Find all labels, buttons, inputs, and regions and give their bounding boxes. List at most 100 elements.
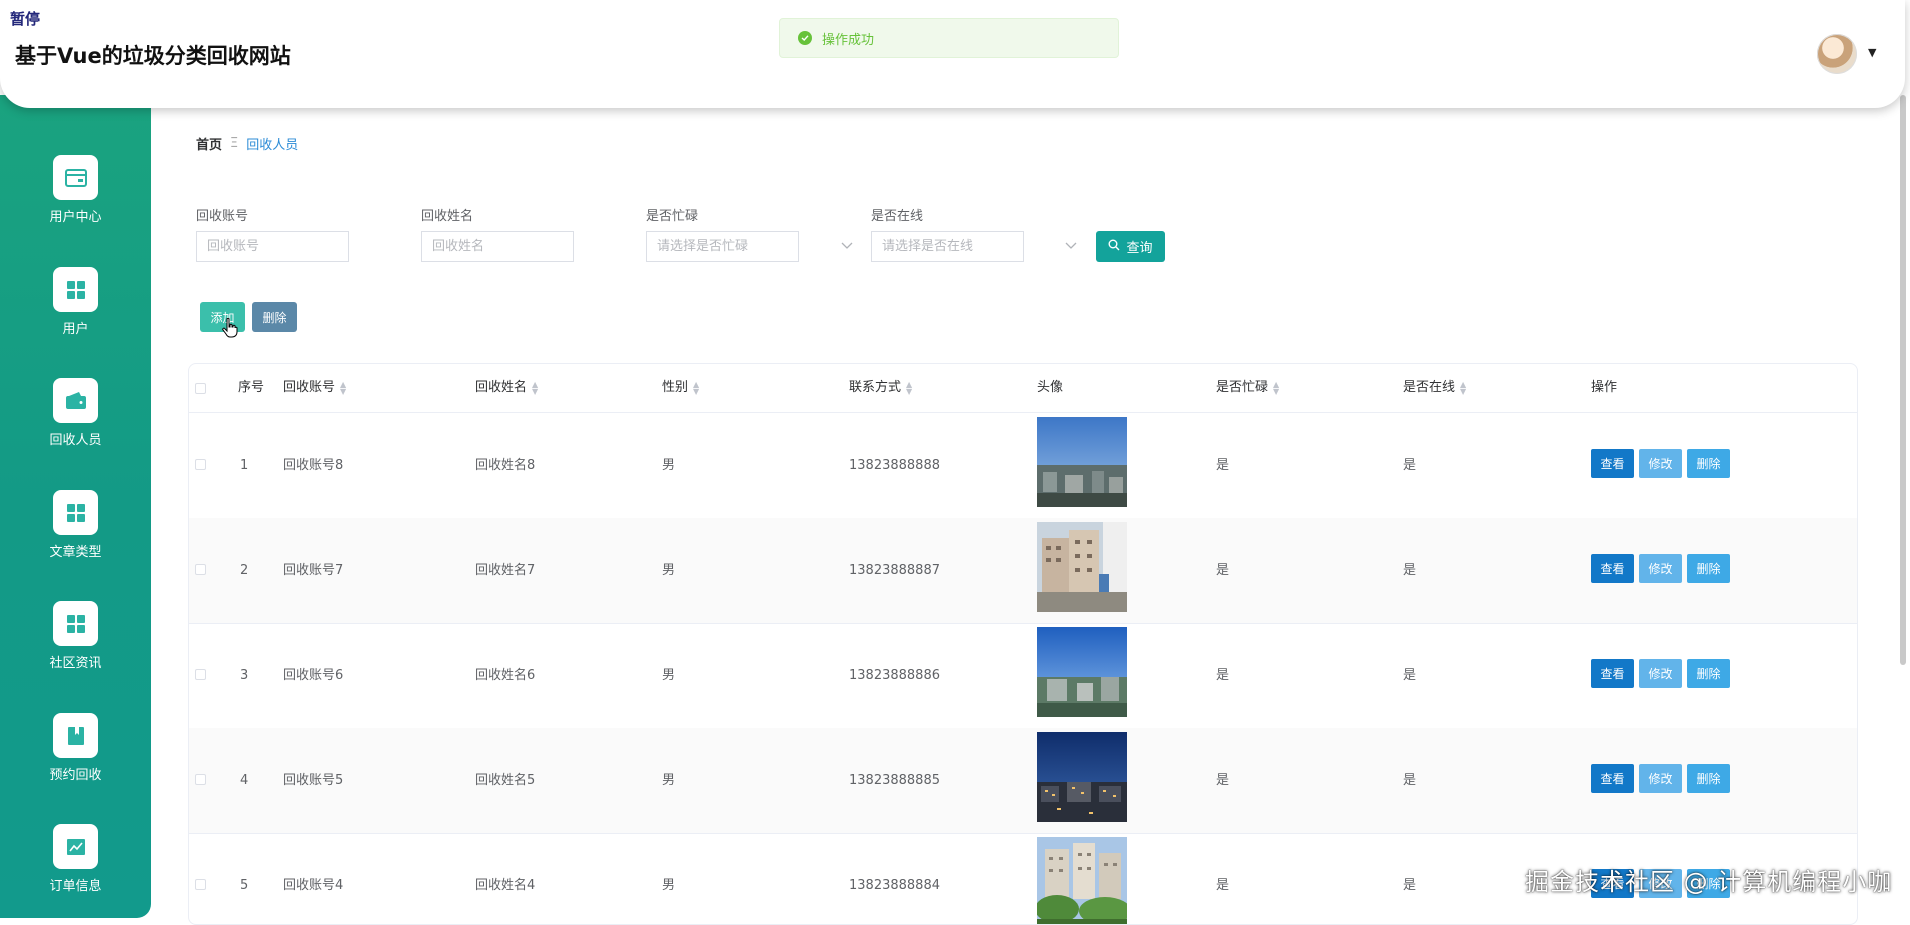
sidebar-item-orders[interactable]: 订单信息 xyxy=(0,824,151,914)
online-filter-select[interactable] xyxy=(871,231,1024,262)
cell-name: 回收姓名4 xyxy=(475,878,536,893)
header-gender-label: 性别 xyxy=(662,380,689,395)
watermark: 掘金技术社区 @ 计算机编程小咖 xyxy=(1525,868,1893,896)
chart-icon xyxy=(53,824,98,869)
sort-icon[interactable]: ▲ ▼ xyxy=(906,380,912,395)
page-scrollbar[interactable] xyxy=(1900,95,1906,665)
row-checkbox[interactable] xyxy=(195,459,206,470)
select-all-checkbox[interactable] xyxy=(195,383,206,394)
sort-icon[interactable]: ▲ ▼ xyxy=(1273,380,1279,395)
sort-icon[interactable]: ▲ ▼ xyxy=(1460,380,1466,395)
cell-index: 1 xyxy=(240,458,249,473)
pause-tag[interactable]: 暂停 xyxy=(10,8,40,29)
table-row: 4 回收账号5 回收姓名5 男 13823888885 是 是 查看 修改 删除 xyxy=(189,728,1857,834)
sort-icon[interactable]: ▲ ▼ xyxy=(532,380,538,395)
cell-phone: 13823888884 xyxy=(849,878,940,893)
avatar-photo[interactable] xyxy=(1037,732,1127,822)
cell-phone: 13823888885 xyxy=(849,773,940,788)
batch-delete-button[interactable]: 删除 xyxy=(252,302,297,332)
header-gender[interactable]: 性别 ▲ ▼ xyxy=(662,364,699,412)
cell-index: 2 xyxy=(240,563,249,578)
row-checkbox[interactable] xyxy=(195,879,206,890)
view-button[interactable]: 查看 xyxy=(1591,764,1634,793)
view-button[interactable]: 查看 xyxy=(1591,554,1634,583)
cell-online: 是 xyxy=(1403,563,1417,578)
header-account-label: 回收账号 xyxy=(283,380,336,395)
grid-icon xyxy=(53,490,98,535)
edit-button[interactable]: 修改 xyxy=(1639,554,1682,583)
table-row: 1 回收账号8 回收姓名8 男 13823888888 是 是 查看 修改 删除 xyxy=(189,413,1857,519)
chevron-down-icon[interactable] xyxy=(1065,240,1077,253)
delete-button[interactable]: 删除 xyxy=(1687,449,1730,478)
row-checkbox[interactable] xyxy=(195,774,206,785)
row-checkbox[interactable] xyxy=(195,564,206,575)
book-icon xyxy=(53,713,98,758)
query-button[interactable]: 查询 xyxy=(1096,231,1165,262)
header-account[interactable]: 回收账号 ▲ ▼ xyxy=(283,364,346,412)
header-busy-label: 是否忙碌 xyxy=(1216,380,1269,395)
cell-busy: 是 xyxy=(1216,563,1230,578)
avatar-photo[interactable] xyxy=(1037,417,1127,507)
sidebar-item-booking[interactable]: 预约回收 xyxy=(0,713,151,803)
cell-online: 是 xyxy=(1403,878,1417,893)
cell-account: 回收账号6 xyxy=(283,668,344,683)
row-checkbox[interactable] xyxy=(195,669,206,680)
sort-icon[interactable]: ▲ ▼ xyxy=(340,380,346,395)
sort-icon[interactable]: ▲ ▼ xyxy=(693,380,699,395)
cell-account: 回收账号5 xyxy=(283,773,344,788)
header-busy[interactable]: 是否忙碌 ▲ ▼ xyxy=(1216,364,1279,412)
busy-filter-label: 是否忙碌 xyxy=(646,209,699,224)
cell-busy: 是 xyxy=(1216,878,1230,893)
sidebar-item-user-center[interactable]: 用户中心 xyxy=(0,155,151,245)
sidebar-item-article-type[interactable]: 文章类型 xyxy=(0,490,151,580)
query-button-label: 查询 xyxy=(1126,240,1153,255)
online-filter-label: 是否在线 xyxy=(871,209,924,224)
delete-button[interactable]: 删除 xyxy=(1687,764,1730,793)
cell-gender: 男 xyxy=(662,563,676,578)
sidebar-item-label: 预约回收 xyxy=(49,768,102,783)
edit-button[interactable]: 修改 xyxy=(1639,764,1682,793)
table-row: 3 回收账号6 回收姓名6 男 13823888886 是 是 查看 修改 删除 xyxy=(189,623,1857,729)
hand-cursor-icon xyxy=(222,317,238,342)
avatar-photo[interactable] xyxy=(1037,627,1127,717)
cell-phone: 13823888886 xyxy=(849,668,940,683)
delete-button[interactable]: 删除 xyxy=(1687,659,1730,688)
sidebar: 用户中心 用户 回收人员 文章类型 社区资讯 预约回收 订单信息 xyxy=(0,95,151,918)
delete-button[interactable]: 删除 xyxy=(1687,554,1730,583)
sidebar-item-community-news[interactable]: 社区资讯 xyxy=(0,601,151,691)
row-actions: 查看 修改 删除 xyxy=(1591,659,1730,688)
header-online-label: 是否在线 xyxy=(1403,380,1456,395)
busy-filter-select[interactable] xyxy=(646,231,799,262)
breadcrumb-home[interactable]: 首页 xyxy=(196,134,222,153)
header-online[interactable]: 是否在线 ▲ ▼ xyxy=(1403,364,1466,412)
chevron-down-icon[interactable] xyxy=(841,240,853,253)
edit-button[interactable]: 修改 xyxy=(1639,449,1682,478)
avatar[interactable] xyxy=(1817,34,1857,74)
header-ops: 操作 xyxy=(1591,380,1618,395)
row-actions: 查看 修改 删除 xyxy=(1591,764,1730,793)
cell-online: 是 xyxy=(1403,773,1417,788)
sidebar-item-label: 社区资讯 xyxy=(49,656,102,671)
avatar-photo[interactable] xyxy=(1037,522,1127,612)
view-button[interactable]: 查看 xyxy=(1591,659,1634,688)
sidebar-item-label: 用户 xyxy=(62,322,89,337)
edit-button[interactable]: 修改 xyxy=(1639,659,1682,688)
card-icon xyxy=(53,155,98,200)
sidebar-item-recyclers[interactable]: 回收人员 xyxy=(0,378,151,468)
view-button[interactable]: 查看 xyxy=(1591,449,1634,478)
breadcrumb-current: 回收人员 xyxy=(246,138,299,153)
caret-down-icon[interactable]: ▼ xyxy=(1868,46,1876,59)
header-name[interactable]: 回收姓名 ▲ ▼ xyxy=(475,364,538,412)
cell-index: 3 xyxy=(240,668,249,683)
avatar-photo[interactable] xyxy=(1037,837,1127,925)
header-phone[interactable]: 联系方式 ▲ ▼ xyxy=(849,364,912,412)
header-avatar: 头像 xyxy=(1037,380,1064,395)
sidebar-item-label: 用户中心 xyxy=(49,210,102,225)
header-index: 序号 xyxy=(238,380,265,395)
account-filter-input[interactable] xyxy=(196,231,349,262)
sidebar-item-user[interactable]: 用户 xyxy=(0,267,151,357)
row-actions: 查看 修改 删除 xyxy=(1591,554,1730,583)
name-filter-input[interactable] xyxy=(421,231,574,262)
cell-name: 回收姓名6 xyxy=(475,668,536,683)
cell-gender: 男 xyxy=(662,773,676,788)
